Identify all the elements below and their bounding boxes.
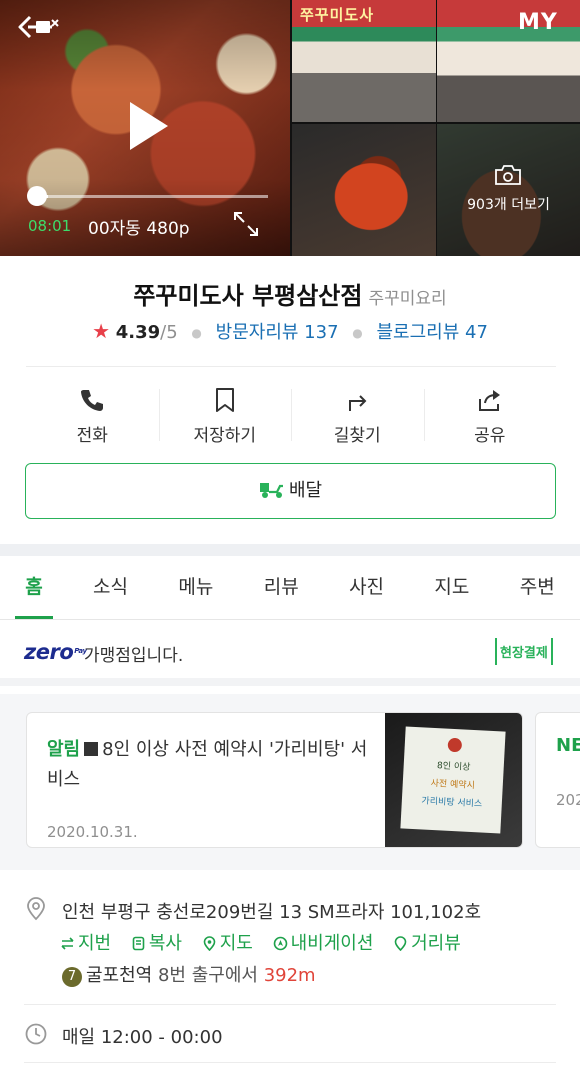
more-photos-label: 903개 더보기	[467, 197, 550, 213]
directions-icon	[349, 395, 367, 411]
subway-line-badge: 7	[62, 967, 82, 987]
back-arrow-icon	[18, 15, 59, 39]
notice-date: 202	[556, 791, 580, 809]
thumb-line: 사전 예약시	[430, 777, 475, 791]
video-progress-knob[interactable]	[27, 186, 47, 206]
map-pin-icon	[203, 936, 216, 951]
location-pin-icon	[27, 897, 45, 921]
tab-bar: 홈 소식 메뉴 리뷰 사진 지도 주변	[0, 556, 580, 620]
navigation-link[interactable]: 내비게이션	[273, 929, 373, 955]
copy-link[interactable]: 복사	[131, 929, 182, 955]
address-text: 인천 부평구 충선로209번길 13 SM프라자 101,102호	[62, 902, 482, 923]
delivery-button[interactable]: 배달	[25, 463, 556, 519]
map-link[interactable]: 지도	[202, 929, 253, 955]
subway-station: 굴포천역	[86, 965, 153, 986]
video-current-time: 08:01	[28, 217, 72, 235]
street-view-link[interactable]: 거리뷰	[393, 929, 461, 955]
thumb-line: 8인 이상	[437, 760, 471, 773]
notice-thumbnail: 8인 이상 사전 예약시 가리비탕 서비스	[385, 713, 522, 847]
copy-icon	[132, 936, 145, 951]
street-view-icon	[394, 936, 407, 951]
directions-button[interactable]: 길찾기	[291, 367, 424, 454]
store-sign-text: 쭈꾸미도사	[300, 6, 375, 24]
place-category: 주꾸미요리	[368, 289, 447, 309]
tab-photos[interactable]: 사진	[343, 556, 390, 619]
star-icon: ★	[92, 319, 110, 343]
video-quality-button[interactable]: 00자동 480p	[88, 214, 190, 239]
play-button[interactable]	[124, 98, 172, 154]
tab-home[interactable]: 홈	[15, 556, 54, 619]
notice-tag: 알림	[47, 739, 81, 760]
video-progress-bar[interactable]	[36, 195, 268, 198]
fullscreen-button[interactable]	[232, 210, 260, 238]
notice-bullet-icon	[84, 742, 99, 756]
media-header: 08:01 00자동 480p 쭈꾸미도사 903개 더보기 MY	[0, 0, 580, 256]
visitor-reviews-link[interactable]: 방문자리뷰 137	[216, 322, 339, 343]
place-title-row: 쭈꾸미도사 부평삼산점 주꾸미요리	[0, 276, 580, 311]
share-icon	[478, 390, 500, 411]
thumb-line: 가리비탕 서비스	[421, 795, 482, 809]
notice-text: 알림 8인 이상 사전 예약시 '가리비탕' 서비스	[47, 735, 377, 795]
clock-icon	[25, 1023, 47, 1045]
section-divider	[0, 544, 580, 556]
camera-icon	[495, 165, 521, 185]
notice-carousel[interactable]: 알림 8인 이상 사전 예약시 '가리비탕' 서비스 2020.10.31. 8인…	[0, 694, 580, 870]
fullscreen-icon	[234, 212, 258, 236]
notice-date: 2020.10.31.	[47, 823, 138, 841]
tab-nearby[interactable]: 주변	[514, 556, 561, 619]
tab-menu[interactable]: 메뉴	[172, 556, 219, 619]
notice-tag: NE	[556, 735, 580, 756]
place-meta-row: ★ 4.39/5 ● 방문자리뷰 137 ● 블로그리뷰 47	[0, 318, 580, 344]
directions-label: 길찾기	[333, 426, 381, 446]
tab-news[interactable]: 소식	[87, 556, 134, 619]
info-divider	[24, 1004, 556, 1005]
save-label: 저장하기	[193, 426, 257, 446]
zero-pay-logo: zeroPay	[24, 640, 87, 664]
call-label: 전화	[76, 426, 108, 446]
subway-exit: 8번 출구에서	[157, 965, 258, 986]
notice-card-next[interactable]: NE 202	[535, 712, 580, 848]
info-divider	[24, 1062, 556, 1063]
rating-value: 4.39	[115, 322, 161, 343]
tab-reviews[interactable]: 리뷰	[258, 556, 305, 619]
share-button[interactable]: 공유	[423, 367, 557, 454]
navigation-icon	[273, 936, 287, 951]
notice-paper-image: 8인 이상 사전 예약시 가리비탕 서비스	[400, 726, 506, 834]
my-button[interactable]: MY	[518, 10, 558, 35]
photo-thumbnail[interactable]	[292, 124, 436, 256]
share-label: 공유	[474, 426, 506, 446]
notice-card[interactable]: 알림 8인 이상 사전 예약시 '가리비탕' 서비스 2020.10.31. 8인…	[26, 712, 523, 848]
swap-icon	[61, 937, 74, 950]
subway-distance: 392m	[263, 965, 316, 986]
call-button[interactable]: 전화	[26, 367, 159, 454]
lot-number-link[interactable]: 지번	[60, 929, 111, 955]
delivery-scooter-icon	[259, 483, 283, 498]
save-button[interactable]: 저장하기	[158, 367, 292, 454]
zero-pay-row: zeroPay 가맹점입니다. 현장결제	[0, 620, 580, 686]
blog-reviews-link[interactable]: 블로그리뷰 47	[376, 322, 487, 343]
phone-icon	[81, 390, 104, 411]
play-icon	[130, 102, 168, 150]
notice-paper-graphic: 8인 이상 사전 예약시 가리비탕 서비스	[421, 738, 482, 810]
zero-pay-text: 가맹점입니다.	[84, 646, 184, 666]
rating-max: /5	[160, 322, 178, 343]
onsite-payment-badge: 현장결제	[495, 638, 553, 665]
address-links: 지번 복사 지도 내비게이션 거리뷰	[60, 929, 475, 955]
dot-separator: ●	[352, 326, 363, 340]
photo-thumbnail[interactable]: 쭈꾸미도사	[292, 0, 436, 122]
back-button[interactable]	[14, 12, 62, 42]
tab-map[interactable]: 지도	[428, 556, 475, 619]
dot-separator: ●	[191, 326, 202, 340]
video-player[interactable]: 08:01 00자동 480p	[0, 0, 290, 256]
place-name: 쭈꾸미도사 부평삼산점	[133, 282, 363, 310]
bookmark-icon	[215, 388, 234, 412]
action-bar: 전화 저장하기 길찾기 공유	[26, 366, 556, 454]
subway-info: 7 굴포천역 8번 출구에서 392m	[62, 961, 316, 987]
photo-thumbnail[interactable]	[437, 0, 580, 122]
more-photos-thumbnail[interactable]: 903개 더보기	[437, 124, 580, 256]
business-hours: 매일 12:00 - 00:00	[62, 1027, 223, 1048]
delivery-label: 배달	[288, 480, 323, 501]
